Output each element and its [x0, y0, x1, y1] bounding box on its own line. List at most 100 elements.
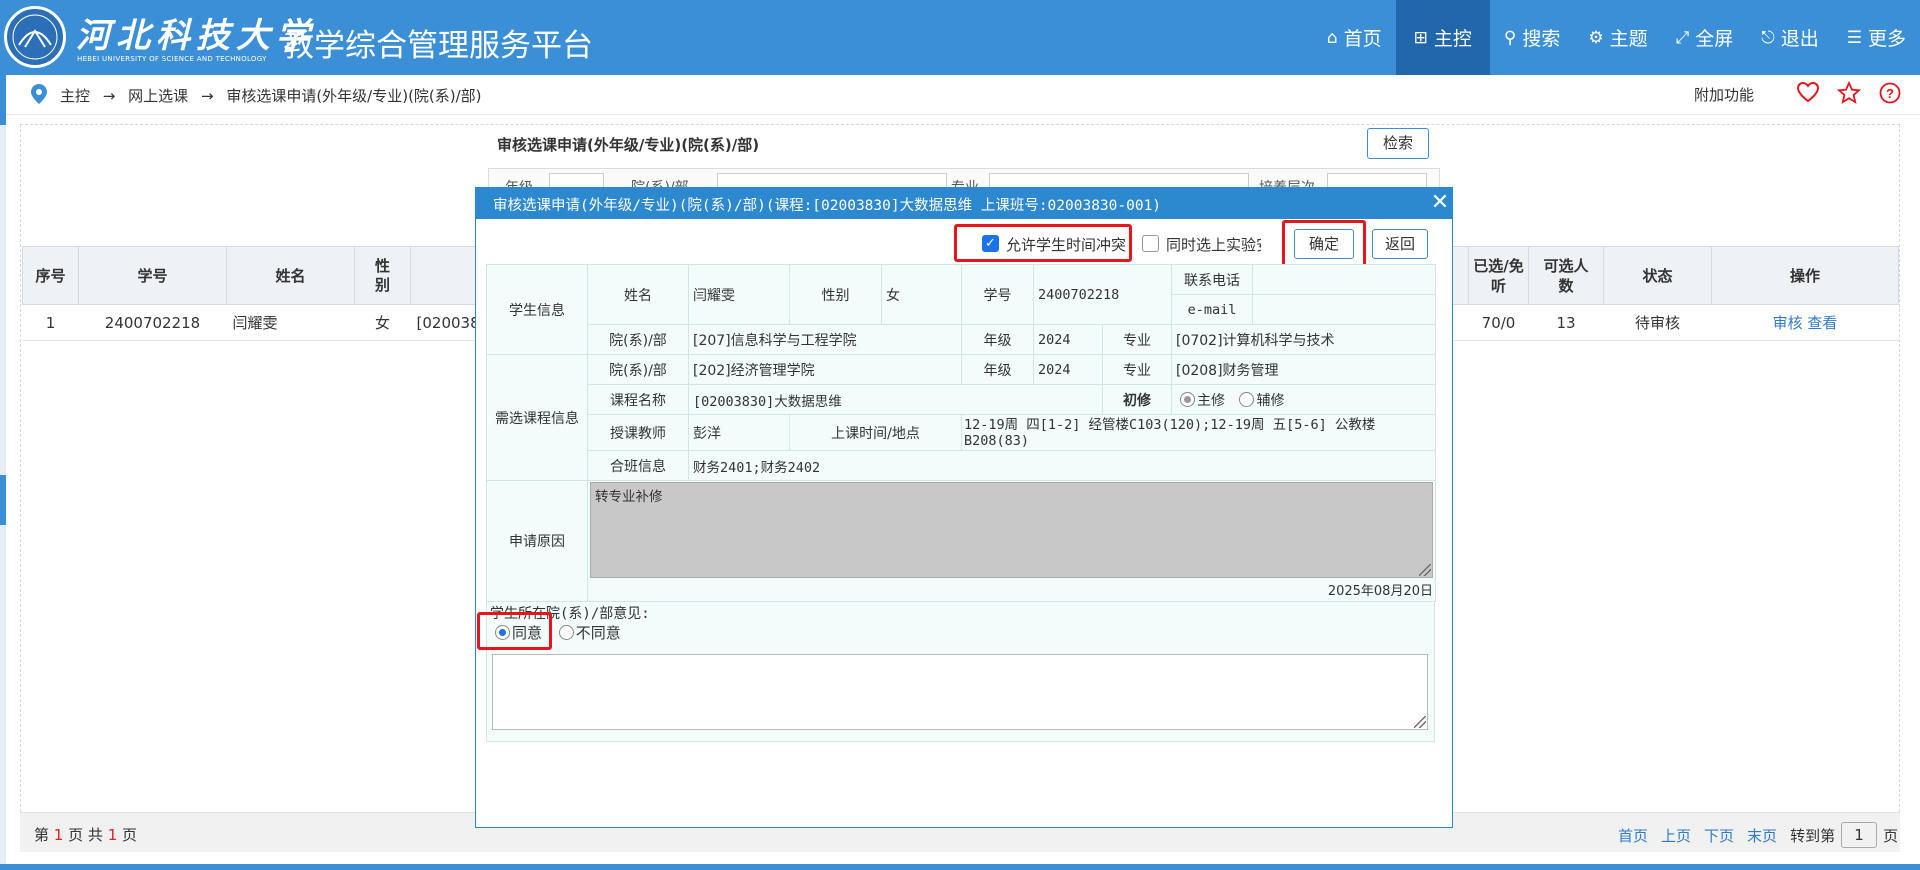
nav-theme-label: 主题 [1609, 28, 1648, 50]
nav-search-label: 搜索 [1522, 28, 1561, 50]
email-value [1252, 294, 1436, 325]
reason-textarea[interactable]: 转专业补修 [590, 482, 1433, 578]
confirm-button[interactable]: 确定 [1294, 229, 1354, 259]
cell-student-id: 2400702218 [78, 304, 227, 341]
merge-class-value: 财务2401;财务2402 [688, 450, 1436, 481]
cell-gender: 女 [354, 304, 411, 341]
goto-label: 转到第 [1790, 826, 1836, 845]
heart-icon[interactable] [1796, 81, 1820, 103]
opinion-radios: 同意 不同意 [495, 622, 621, 643]
col-header-actions: 操作 [1711, 246, 1899, 305]
cell-actions: 审核 查看 [1711, 304, 1899, 341]
nav-theme[interactable]: ⚙ 主题 [1574, 0, 1661, 75]
app-title: 教学综合管理服务平台 [283, 28, 593, 64]
breadcrumb-bar: 主控 → 网上选课 → 审核选课申请(外年级/专业)(院(系)/部) 附加功能 … [6, 75, 1920, 115]
search-icon: ⚲ [1503, 27, 1517, 48]
dialog-header: 审核选课申请(外年级/专业)(院(系)/部)(课程:[02003830]大数据思… [476, 188, 1452, 219]
allow-conflict-label: 允许学生时间冲突 [1006, 236, 1127, 254]
allow-conflict-checkbox[interactable]: ✓ [982, 235, 999, 252]
extra-functions-link[interactable]: 附加功能 [1694, 84, 1754, 105]
page-info: 第 1 页 共 1 页 [34, 824, 137, 845]
left-side-strip [0, 75, 6, 870]
current-page: 1 [53, 826, 64, 844]
course-major-value: [0208]财务管理 [1171, 354, 1436, 385]
time-location-line1: 12-19周 四[1-2] 经管楼C103(120);12-19周 五[5-6]… [964, 416, 1376, 433]
col-header-selected: 已选/免听 [1468, 246, 1529, 305]
reason-row: 申请原因 转专业补修 2025年08月20日 [486, 480, 1436, 602]
col-header-available: 可选人数 [1528, 246, 1604, 305]
university-logo-subtitle: HEBEI UNIVERSITY OF SCIENCE AND TECHNOLO… [77, 55, 267, 63]
nav-fullscreen[interactable]: ⤢ 全屏 [1662, 0, 1748, 75]
student-grade-label: 年级 [961, 324, 1034, 355]
next-page-link[interactable]: 下页 [1704, 825, 1734, 846]
nav-more-label: 更多 [1867, 28, 1906, 50]
first-page-link[interactable]: 首页 [1618, 825, 1648, 846]
gears-icon: ⚙ [1588, 27, 1604, 48]
main-study-radio[interactable] [1180, 391, 1195, 407]
review-link[interactable]: 审核 [1773, 314, 1803, 332]
minor-study-label: 辅修 [1256, 392, 1285, 409]
col-header-name: 姓名 [226, 246, 355, 305]
breadcrumb-item-online-selection[interactable]: 网上选课 [128, 87, 188, 105]
main-study-label: 主修 [1197, 392, 1225, 409]
minor-study-radio[interactable] [1239, 391, 1255, 407]
last-page-link[interactable]: 末页 [1747, 825, 1777, 846]
nav-logout[interactable]: ⎋ 退出 [1747, 0, 1832, 75]
close-icon[interactable]: ✕ [1429, 192, 1451, 214]
menu-icon: ☰ [1846, 27, 1862, 48]
dialog-toolbar: ✓ 允许学生时间冲突 同时选上实验安排 确定 返回 [476, 220, 1452, 275]
resize-grip-icon[interactable] [1419, 564, 1431, 576]
top-bar: 河北科技大学 HEBEI UNIVERSITY OF SCIENCE AND T… [0, 0, 1920, 75]
cell-status: 待审核 [1603, 304, 1712, 341]
student-major-label: 专业 [1102, 324, 1172, 355]
view-link[interactable]: 查看 [1807, 314, 1837, 332]
course-row-3: 授课教师 彭洋 上课时间/地点 12-19周 四[1-2] 经管楼C103(12… [487, 414, 1436, 451]
help-icon[interactable]: ? [1879, 82, 1901, 104]
teacher-label: 授课教师 [587, 414, 689, 451]
cell-seq: 1 [22, 304, 79, 341]
resize-grip-icon[interactable] [1414, 716, 1426, 728]
course-dept-label: 院(系)/部 [587, 354, 689, 385]
student-row-3: 院(系)/部 [207]信息科学与工程学院 年级 2024 专业 [0702]计… [487, 324, 1436, 355]
student-row-1: 学生信息 姓名 闫耀雯 性别 女 学号 2400702218 联系电话 [486, 264, 1436, 355]
goto-page-input[interactable]: 1 [1841, 822, 1878, 848]
course-row-2: 课程名称 [02003830]大数据思维 初修 主修 辅修 [487, 384, 1436, 415]
agree-label: 同意 [512, 624, 543, 642]
course-grade-value: 2024 [1033, 354, 1103, 385]
search-button[interactable]: 检索 [1367, 128, 1429, 159]
student-major-value: [0702]计算机科学与技术 [1171, 324, 1436, 355]
fullscreen-icon: ⤢ [1675, 27, 1690, 48]
goto-suffix: 页 [1883, 826, 1899, 845]
agree-radio[interactable] [495, 625, 510, 640]
back-button[interactable]: 返回 [1372, 229, 1428, 259]
nav-more[interactable]: ☰ 更多 [1833, 0, 1920, 75]
course-row-1: 需选课程信息 院(系)/部 [202]经济管理学院 年级 2024 专业 [02… [486, 354, 1436, 481]
opinion-section: 学生所在院(系)/部意见: 同意 不同意 [477, 601, 1435, 742]
logout-icon: ⎋ [1761, 27, 1775, 48]
cell-name: 闫耀雯 [226, 304, 355, 341]
pager-controls: 首页 上页 下页 末页 转到第 1 页 [1618, 822, 1904, 848]
university-seal-icon [4, 6, 66, 68]
nav-control-label: 主控 [1433, 28, 1472, 50]
nav-home[interactable]: ⌂ 首页 [1313, 0, 1396, 75]
bottom-bar [0, 864, 1920, 870]
nav-control[interactable]: ⊞ 主控 [1395, 0, 1490, 75]
course-grade-label: 年级 [961, 354, 1034, 385]
disagree-label: 不同意 [575, 624, 621, 642]
course-name-label: 课程名称 [587, 384, 689, 415]
study-mode-radios: 主修 辅修 [1171, 384, 1436, 415]
nav-search[interactable]: ⚲ 搜索 [1490, 0, 1574, 75]
student-dept-value: [207]信息科学与工程学院 [688, 324, 962, 355]
windows-icon: ⊞ [1413, 27, 1428, 48]
side-marker [0, 475, 6, 525]
breadcrumb-item-control[interactable]: 主控 [60, 87, 90, 105]
prev-page-link[interactable]: 上页 [1661, 825, 1691, 846]
page-info-mid: 页 共 [68, 826, 103, 844]
lab-arrangement-checkbox[interactable] [1142, 235, 1159, 252]
opinion-textarea[interactable] [492, 654, 1428, 730]
course-dept-value: [202]经济管理学院 [688, 354, 962, 385]
study-type: 初修 [1102, 384, 1172, 415]
disagree-radio[interactable] [558, 625, 574, 640]
breadcrumb-arrow: → [200, 87, 214, 105]
star-icon[interactable] [1837, 81, 1861, 105]
